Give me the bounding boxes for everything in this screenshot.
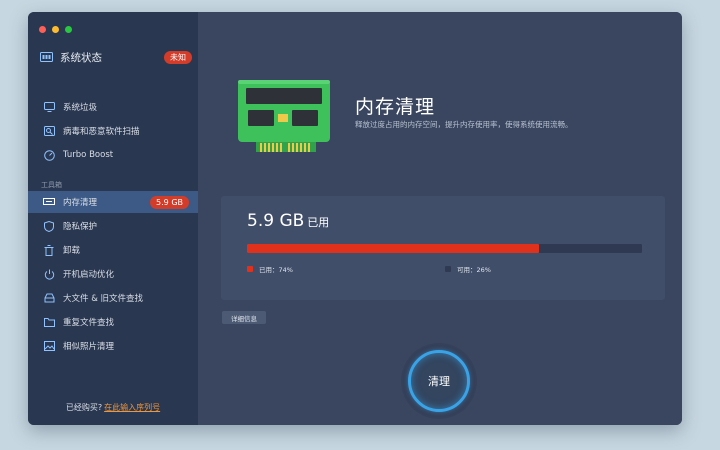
sidebar-item-large-files[interactable]: 大文件 & 旧文件查找 <box>28 287 198 309</box>
legend-free: 可用：26% <box>445 264 491 274</box>
shield-icon <box>41 220 57 232</box>
purchase-prompt: 已经购买? 在此输入序列号 <box>28 402 198 413</box>
details-button[interactable]: 详细信息 <box>222 311 266 324</box>
sidebar-item-label: 卸载 <box>63 246 81 256</box>
system-status-icon <box>40 48 53 67</box>
memory-usage-bar-fill <box>247 244 540 253</box>
main-panel: 内存清理 释放过度占用的内存空间，提升内存使用率，使得系统使用流畅。 5.9 G… <box>198 12 682 425</box>
memory-usage-badge: 5.9 GB <box>150 195 189 209</box>
sidebar-item-label: Turbo Boost <box>63 150 114 160</box>
drive-icon <box>41 293 57 303</box>
close-window-button[interactable] <box>39 26 46 33</box>
purchase-text: 已经购买? <box>65 403 103 412</box>
folder-icon <box>41 317 57 327</box>
sidebar-item-privacy[interactable]: 隐私保护 <box>28 215 198 237</box>
sidebar-item-label: 系统垃圾 <box>63 103 98 113</box>
sidebar-item-duplicates[interactable]: 重复文件查找 <box>28 311 198 333</box>
system-status-badge: 未知 <box>164 50 192 64</box>
ram-module-icon <box>236 76 332 162</box>
memory-used-readout: 5.9 GB 已用 <box>247 211 329 231</box>
sidebar-item-system-junk[interactable]: 系统垃圾 <box>28 96 198 118</box>
speedometer-icon <box>41 149 57 161</box>
sidebar-item-similar-photos[interactable]: 相似照片清理 <box>28 335 198 357</box>
sidebar-item-label: 内存清理 <box>63 198 98 208</box>
sidebar-item-turbo-boost[interactable]: Turbo Boost <box>28 144 198 166</box>
page-title: 内存清理 <box>355 96 436 118</box>
legend-used-label: 已用：74% <box>259 266 293 274</box>
page-subtitle: 释放过度占用的内存空间，提升内存使用率，使得系统使用流畅。 <box>355 120 573 129</box>
app-window: 系统状态 未知 系统垃圾 病毒和恶意软件扫描 Turbo Boost 工具箱 内… <box>28 12 682 425</box>
clean-button-ring: 清理 <box>401 343 477 419</box>
memory-icon <box>41 198 57 206</box>
memory-used-value: 5.9 GB <box>247 211 305 231</box>
sidebar-item-label: 开机启动优化 <box>63 270 115 280</box>
sidebar-item-label: 相似照片清理 <box>63 342 115 352</box>
monitor-icon <box>41 102 57 112</box>
power-icon <box>41 269 57 280</box>
legend-used-swatch <box>247 266 253 272</box>
sidebar: 系统状态 未知 系统垃圾 病毒和恶意软件扫描 Turbo Boost 工具箱 内… <box>28 12 198 425</box>
zoom-window-button[interactable] <box>65 26 72 33</box>
memory-usage-panel: 5.9 GB 已用 已用：74% 可用：26% <box>221 196 665 300</box>
enter-serial-link[interactable]: 在此输入序列号 <box>104 403 160 412</box>
sidebar-item-memory-clean[interactable]: 内存清理 5.9 GB <box>28 191 198 213</box>
toolbox-section-title: 工具箱 <box>41 181 62 189</box>
trash-icon <box>41 244 57 256</box>
sidebar-item-label: 大文件 & 旧文件查找 <box>63 294 144 304</box>
window-controls <box>39 26 72 33</box>
memory-used-unit: 已用 <box>307 216 330 229</box>
photo-icon <box>41 341 57 351</box>
scan-icon <box>41 126 57 136</box>
minimize-window-button[interactable] <box>52 26 59 33</box>
legend-free-label: 可用：26% <box>457 266 491 274</box>
sidebar-item-malware-scan[interactable]: 病毒和恶意软件扫描 <box>28 120 198 142</box>
legend-used: 已用：74% <box>247 264 293 274</box>
system-status-label: 系统状态 <box>60 51 102 64</box>
sidebar-item-system-status[interactable]: 系统状态 未知 <box>40 48 192 66</box>
sidebar-item-startup[interactable]: 开机启动优化 <box>28 263 198 285</box>
clean-button[interactable]: 清理 <box>408 350 470 412</box>
legend-free-swatch <box>445 266 451 272</box>
sidebar-item-label: 隐私保护 <box>63 222 98 232</box>
sidebar-item-label: 病毒和恶意软件扫描 <box>63 127 140 137</box>
sidebar-item-label: 重复文件查找 <box>63 318 115 328</box>
memory-usage-bar <box>247 244 642 253</box>
sidebar-item-uninstall[interactable]: 卸载 <box>28 239 198 261</box>
